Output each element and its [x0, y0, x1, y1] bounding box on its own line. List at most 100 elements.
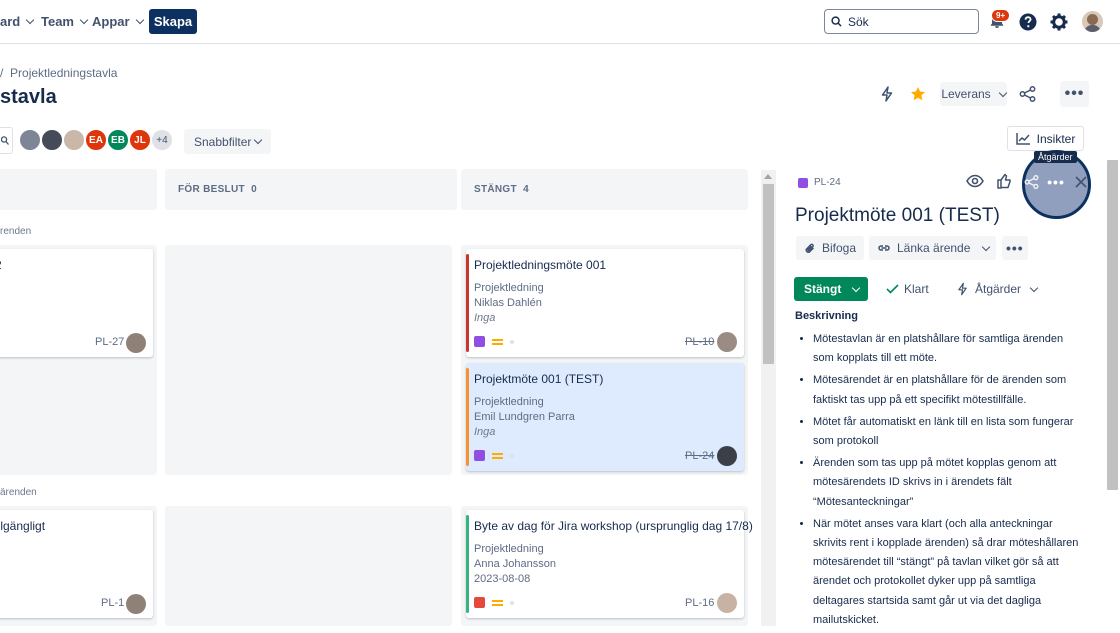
- description-item: När mötet anses vara klart (och alla ant…: [813, 515, 1085, 630]
- status-label: Stängt: [804, 282, 842, 296]
- card-person: Niklas Dahlén: [474, 297, 542, 309]
- description-item: Mötestavlan är en platshållare för samtl…: [813, 330, 1085, 368]
- panel-scrollbar[interactable]: [1104, 160, 1120, 626]
- user-avatar[interactable]: [1082, 11, 1103, 32]
- nav-team[interactable]: Team: [41, 14, 89, 29]
- star-icon[interactable]: [910, 86, 926, 102]
- insights-button-label: Insikter: [1036, 131, 1076, 146]
- avatar: [717, 593, 737, 613]
- card-project: Projektledning: [474, 282, 544, 294]
- description-heading: Beskrivning: [795, 310, 858, 322]
- description-item: Mötet får automatiskt en länk till en li…: [813, 413, 1085, 451]
- automation-icon[interactable]: [879, 86, 895, 102]
- scrollbar-thumb[interactable]: [763, 184, 774, 364]
- panel-issue-key[interactable]: PL-24: [814, 177, 841, 188]
- card-date: 2023-08-08: [474, 573, 531, 585]
- more-actions-button[interactable]: •••: [1002, 236, 1028, 260]
- issue-title[interactable]: Projektmöte 001 (TEST): [795, 205, 1000, 227]
- avatar[interactable]: JL: [128, 128, 152, 152]
- estimate-dot-icon: [510, 339, 514, 344]
- issue-card[interactable]: Projektledningsmöte 001 Projektledning N…: [466, 249, 744, 357]
- more-avatars-badge[interactable]: +4: [150, 128, 174, 152]
- issue-key-breadcrumb[interactable]: PL-24: [798, 177, 841, 188]
- card-color-bar: [466, 368, 469, 466]
- estimate-dot-icon: [510, 453, 514, 458]
- eye-icon[interactable]: [966, 174, 984, 188]
- gear-icon[interactable]: [1049, 12, 1069, 32]
- breadcrumb-board[interactable]: Projektledningstavla: [10, 66, 117, 80]
- column-cell: [165, 506, 452, 626]
- search-input[interactable]: Sök: [824, 9, 979, 34]
- share-icon[interactable]: [1019, 86, 1036, 102]
- avatar[interactable]: [18, 128, 42, 152]
- column-header-for-decision[interactable]: FÖR BESLUT 0: [165, 169, 457, 210]
- story-icon: [798, 177, 808, 188]
- issue-card-selected[interactable]: Projektmöte 001 (TEST) Projektledning Em…: [466, 363, 744, 471]
- nav-dashboards[interactable]: ard: [0, 14, 35, 29]
- scroll-up-arrow-icon[interactable]: [764, 174, 772, 179]
- chevron-down-icon: [135, 15, 144, 25]
- page-title: stavla: [0, 86, 57, 108]
- close-icon[interactable]: [1075, 176, 1087, 188]
- search-placeholder: Sök: [848, 14, 869, 29]
- breadcrumb[interactable]: / Projektledningstavla: [0, 66, 117, 80]
- link-issue-dropdown[interactable]: [972, 236, 996, 260]
- story-icon: [474, 336, 485, 347]
- link-issue-button[interactable]: Länka ärende: [869, 236, 979, 260]
- resolution-label: Klart: [904, 282, 929, 296]
- board-search-input[interactable]: [0, 127, 13, 154]
- scrollbar-thumb[interactable]: [1107, 160, 1118, 490]
- avatar[interactable]: EA: [84, 128, 108, 152]
- status-dropdown-button[interactable]: Stängt: [794, 277, 868, 301]
- card-color-bar: [466, 515, 469, 613]
- avatar[interactable]: [40, 128, 64, 152]
- create-button[interactable]: Skapa: [149, 9, 197, 34]
- issue-card[interactable]: illgängligt PL-1: [0, 510, 153, 618]
- issue-key[interactable]: PL-24: [685, 450, 714, 462]
- column-cell: [165, 245, 452, 475]
- avatar: [126, 333, 146, 353]
- description[interactable]: Mötestavlan är en platshållare för samtl…: [795, 330, 1085, 633]
- swimlane-label[interactable]: ärenden: [0, 487, 37, 498]
- release-button[interactable]: Leverans: [940, 82, 1007, 106]
- column-name: STÄNGT: [474, 184, 517, 195]
- thumbs-up-icon[interactable]: [997, 173, 1011, 189]
- issue-card[interactable]: 2 PL-27: [0, 249, 153, 357]
- chevron-down-icon: [981, 242, 991, 251]
- nav-apps-label: Appar: [92, 14, 130, 29]
- share-icon[interactable]: [1024, 175, 1039, 189]
- card-color-bar: [466, 254, 469, 352]
- breadcrumb-separator: /: [0, 66, 11, 80]
- avatar[interactable]: [62, 128, 86, 152]
- nav-apps[interactable]: Appar: [92, 14, 144, 29]
- help-icon[interactable]: [1018, 12, 1038, 32]
- column-header-partial: [0, 169, 157, 210]
- insights-button[interactable]: Insikter: [1007, 126, 1084, 151]
- nav-dashboards-label: ard: [0, 14, 21, 29]
- nav-team-label: Team: [41, 14, 74, 29]
- estimate-dot-icon: [510, 600, 514, 605]
- swimlane-label[interactable]: renden: [0, 226, 31, 237]
- issue-key[interactable]: PL-27: [95, 336, 124, 348]
- card-project: Projektledning: [474, 396, 544, 408]
- panel-more-actions-button[interactable]: •••: [1045, 172, 1067, 192]
- top-navigation: ard Team Appar Skapa Sök 9+: [0, 0, 1120, 44]
- card-title: Projektledningsmöte 001: [474, 258, 607, 272]
- story-icon: [474, 450, 485, 461]
- board-scrollbar[interactable]: [761, 170, 776, 626]
- more-options-button[interactable]: •••: [1060, 81, 1089, 107]
- actions-dropdown[interactable]: Åtgärder: [956, 282, 1039, 296]
- card-project: Projektledning: [474, 543, 544, 555]
- issue-key[interactable]: PL-10: [685, 336, 714, 348]
- quick-filter-button[interactable]: Snabbfilter: [184, 129, 272, 154]
- column-header-closed[interactable]: STÄNGT 4: [461, 169, 748, 210]
- quick-filter-label: Snabbfilter: [194, 134, 252, 149]
- resolution: Klart: [886, 282, 929, 296]
- issue-card[interactable]: Byte av dag för Jira workshop (ursprungl…: [466, 510, 753, 618]
- issue-key[interactable]: PL-1: [101, 597, 124, 609]
- attach-button[interactable]: Bifoga: [796, 236, 865, 260]
- avatar[interactable]: EB: [106, 128, 130, 152]
- issue-key[interactable]: PL-16: [685, 597, 714, 609]
- attach-button-label: Bifoga: [822, 241, 857, 255]
- card-field: Inga: [474, 312, 496, 324]
